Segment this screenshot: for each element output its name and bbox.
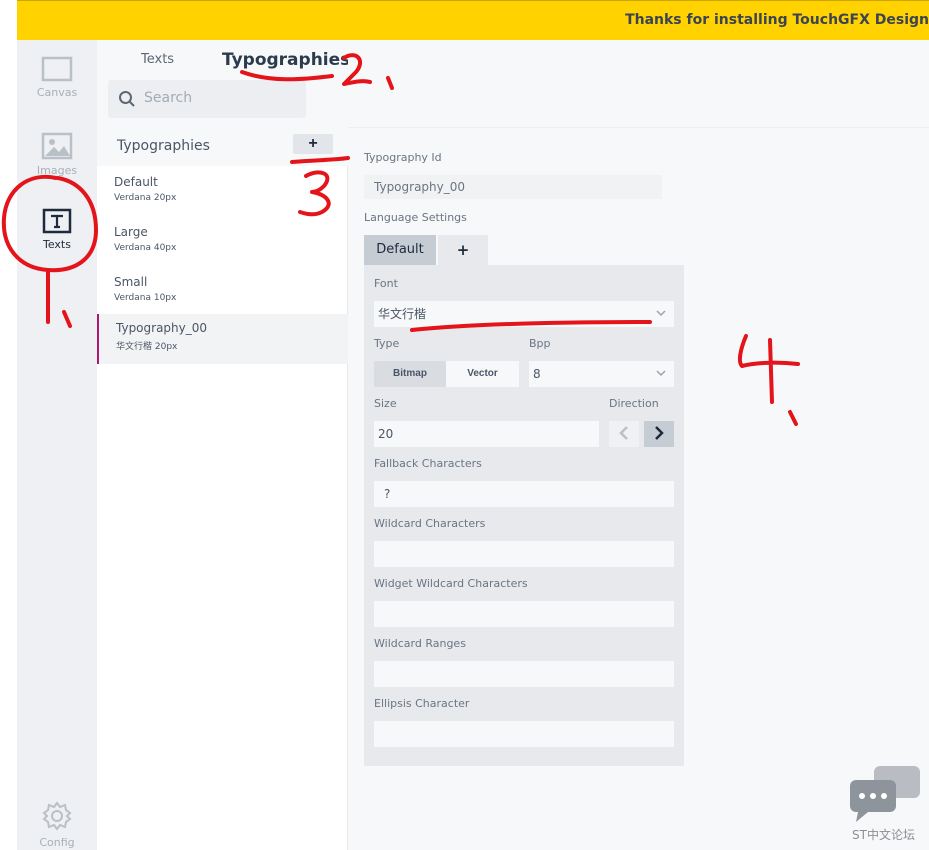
search-icon	[119, 91, 135, 107]
rail-label-texts: Texts	[43, 238, 71, 251]
wildcard-characters-label: Wildcard Characters	[374, 517, 486, 530]
direction-left-button[interactable]	[609, 421, 639, 447]
typography-font: 华文行楷 20px	[116, 342, 178, 352]
typography-name: Small	[114, 275, 148, 289]
banner-text: Thanks for installing TouchGFX Design	[625, 12, 929, 28]
typography-item-typography-00[interactable]: Typography_00 华文行楷 20px	[97, 314, 348, 364]
language-settings-label: Language Settings	[364, 211, 467, 224]
chevron-left-icon	[619, 425, 628, 440]
notification-banner: Thanks for installing TouchGFX Design	[17, 0, 929, 40]
font-select[interactable]: 华文行楷	[374, 301, 674, 327]
rail-item-images[interactable]: Images	[17, 132, 97, 177]
fallback-characters-input[interactable]	[374, 481, 674, 507]
direction-label: Direction	[609, 397, 659, 410]
forum-logo-icon	[850, 766, 920, 822]
rail-item-canvas[interactable]: Canvas	[17, 56, 97, 99]
size-label: Size	[374, 397, 397, 410]
bpp-select[interactable]: 8	[529, 361, 674, 387]
bpp-value: 8	[533, 367, 541, 381]
search-input[interactable]	[144, 90, 294, 106]
typography-name: Large	[114, 225, 148, 239]
widget-wildcard-characters-label: Widget Wildcard Characters	[374, 577, 528, 590]
typography-item-default[interactable]: Default Verdana 20px	[97, 168, 348, 218]
chevron-right-icon	[655, 425, 664, 440]
direction-right-button[interactable]	[644, 421, 674, 447]
typography-panel: Texts Typographies Typographies + Defaul…	[97, 40, 350, 850]
type-vector-button[interactable]: Vector	[446, 361, 519, 387]
typography-id-label: Typography Id	[364, 151, 442, 164]
add-typography-button[interactable]: +	[293, 134, 333, 154]
wildcard-ranges-input[interactable]	[374, 661, 674, 687]
tab-texts[interactable]: Texts	[141, 52, 174, 67]
add-language-button[interactable]: +	[438, 235, 488, 265]
rail-label-images: Images	[36, 164, 78, 177]
canvas-icon	[41, 56, 73, 82]
rail-item-config[interactable]: Config	[17, 800, 97, 849]
rail-label-canvas: Canvas	[36, 86, 78, 99]
typography-name: Default	[114, 175, 158, 189]
tab-typographies[interactable]: Typographies	[222, 50, 350, 70]
navigation-rail: Canvas Images Texts Config	[17, 40, 97, 850]
bpp-label: Bpp	[529, 337, 551, 350]
panel-tabs: Texts Typographies	[97, 40, 350, 128]
fallback-characters-label: Fallback Characters	[374, 457, 482, 470]
size-input[interactable]	[374, 421, 599, 447]
typography-font: Verdana 40px	[114, 243, 177, 253]
typography-item-small[interactable]: Small Verdana 10px	[97, 268, 348, 318]
wildcard-characters-input[interactable]	[374, 541, 674, 567]
type-label: Type	[374, 337, 400, 350]
rail-item-texts[interactable]: Texts	[17, 208, 97, 251]
list-title: Typographies	[117, 138, 210, 154]
chevron-down-icon	[656, 310, 666, 317]
typography-name: Typography_00	[116, 321, 208, 335]
text-icon	[42, 208, 72, 234]
image-icon	[41, 132, 73, 160]
wildcard-ranges-label: Wildcard Ranges	[374, 637, 466, 650]
gear-icon	[42, 801, 72, 831]
chevron-down-icon	[656, 370, 666, 377]
typography-font: Verdana 10px	[114, 293, 177, 303]
typography-item-large[interactable]: Large Verdana 40px	[97, 218, 348, 268]
ellipsis-character-label: Ellipsis Character	[374, 697, 470, 710]
typography-details: Typography Id Language Settings Default …	[348, 40, 929, 850]
details-header	[348, 40, 929, 128]
widget-wildcard-characters-input[interactable]	[374, 601, 674, 627]
rail-label-config: Config	[39, 836, 75, 849]
language-settings-box: Font 华文行楷 Type Bitmap Vector Bpp 8 Size …	[364, 265, 684, 766]
ellipsis-character-input[interactable]	[374, 721, 674, 747]
font-value: 华文行楷	[378, 307, 427, 321]
type-bitmap-button[interactable]: Bitmap	[374, 361, 446, 387]
forum-watermark: ST中文论坛	[852, 828, 915, 842]
search-box	[108, 80, 306, 118]
font-label: Font	[374, 277, 398, 290]
lang-tab-default[interactable]: Default	[364, 235, 436, 265]
typography-id-input[interactable]	[364, 175, 662, 199]
typography-list-header: Typographies +	[97, 128, 348, 166]
typography-font: Verdana 20px	[114, 193, 177, 203]
